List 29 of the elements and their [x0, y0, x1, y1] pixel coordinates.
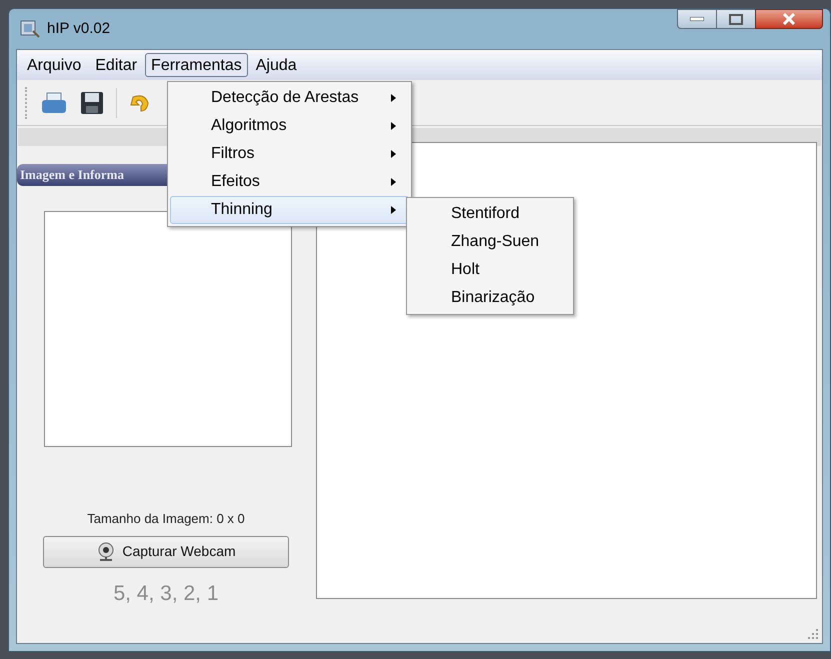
webcam-icon [96, 542, 116, 562]
menu-option[interactable]: Algoritmos [170, 112, 409, 140]
image-size-label: Tamanho da Imagem: 0 x 0 [87, 510, 245, 528]
maximize-icon [729, 14, 743, 24]
panel-title: Imagem e Informa [20, 166, 124, 184]
app-icon [19, 19, 41, 39]
minimize-button[interactable] [677, 9, 717, 29]
resize-grip-icon[interactable] [807, 628, 819, 640]
countdown-text: 5, 4, 3, 2, 1 [113, 580, 219, 606]
submenu-option[interactable]: Zhang-Suen [407, 228, 573, 256]
submenu-option[interactable]: Holt [407, 256, 573, 284]
menu-option[interactable]: Thinning [170, 196, 409, 224]
menu-item[interactable]: Editar [89, 53, 144, 77]
submenu-option[interactable]: Stentiford [407, 200, 573, 228]
window-title: hIP v0.02 [47, 18, 110, 39]
submenu-option[interactable]: Binarização [407, 284, 573, 312]
close-icon [782, 13, 796, 25]
maximize-button[interactable] [717, 9, 755, 29]
menu-item[interactable]: Ajuda [250, 53, 303, 77]
save-icon[interactable] [80, 90, 104, 114]
menu-item[interactable]: Ferramentas [145, 53, 248, 77]
menu-option[interactable]: Efeitos [170, 168, 409, 196]
menu-item[interactable]: Arquivo [21, 53, 88, 77]
printer-icon[interactable] [40, 90, 68, 114]
capture-webcam-button[interactable]: Capturar Webcam [43, 536, 289, 568]
menu-option[interactable]: Filtros [170, 140, 409, 168]
close-button[interactable] [755, 9, 823, 29]
minimize-icon [690, 17, 704, 21]
menu-option[interactable]: Detecção de Arestas [170, 84, 409, 112]
